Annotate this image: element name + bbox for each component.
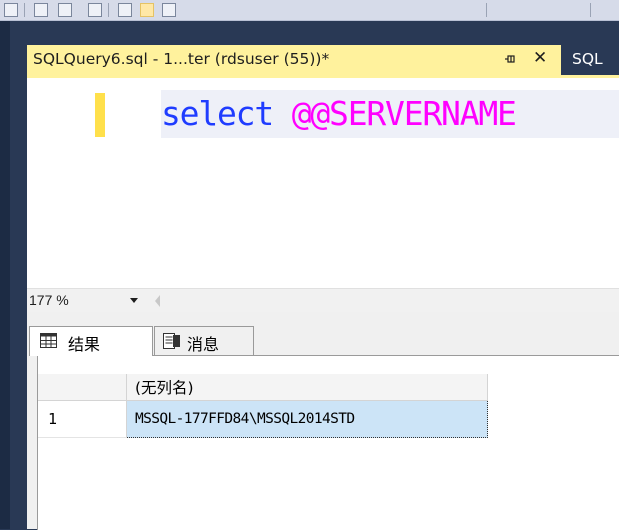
toolbar-button[interactable] xyxy=(118,3,132,17)
close-icon[interactable]: ✕ xyxy=(533,50,547,67)
toolbar-button[interactable] xyxy=(58,3,72,17)
sql-keyword: select xyxy=(161,94,274,133)
tab-results-label: 结果 xyxy=(68,335,101,354)
toolbar-separator xyxy=(24,3,25,17)
tab-title: SQL xyxy=(572,50,603,68)
toolbar-button[interactable] xyxy=(162,3,176,17)
column-header[interactable]: (无列名) xyxy=(126,374,488,401)
code-line[interactable]: select @@SERVERNAME xyxy=(161,90,619,138)
pin-icon[interactable] xyxy=(504,52,516,66)
toolbar xyxy=(0,0,619,21)
toolbar-button[interactable] xyxy=(88,3,102,17)
results-table: (无列名) 1 MSSQL-177FFD84\MSSQL2014STD xyxy=(38,374,488,438)
tab-sqlquery6[interactable]: SQLQuery6.sql - 1...ter (rdsuser (55))* … xyxy=(27,45,561,75)
scroll-left-icon[interactable] xyxy=(155,295,160,307)
tab-messages-label: 消息 xyxy=(187,335,220,354)
row-header-corner[interactable] xyxy=(38,374,127,401)
query-editor[interactable]: select @@SERVERNAME xyxy=(27,78,619,288)
toolbar-separator xyxy=(108,3,109,17)
messages-icon xyxy=(163,333,180,349)
table-row[interactable]: 1 MSSQL-177FFD84\MSSQL2014STD xyxy=(38,400,488,438)
tab-results[interactable]: 结果 xyxy=(29,326,153,356)
tab-next-query[interactable]: SQL xyxy=(566,45,619,75)
zoom-bar: 177 % xyxy=(27,288,619,313)
tab-messages[interactable]: 消息 xyxy=(154,326,254,355)
toolbar-separator xyxy=(486,3,487,17)
sql-function: @@SERVERNAME xyxy=(291,94,517,133)
toolbar-button-active[interactable] xyxy=(140,3,154,17)
results-grid[interactable]: (无列名) 1 MSSQL-177FFD84\MSSQL2014STD xyxy=(37,355,619,530)
left-panel-edge xyxy=(0,21,10,529)
result-cell[interactable]: MSSQL-177FFD84\MSSQL2014STD xyxy=(126,400,488,438)
toolbar-button[interactable] xyxy=(4,3,18,17)
results-grid-icon xyxy=(40,333,57,348)
tab-title: SQLQuery6.sql - 1...ter (rdsuser (55))* xyxy=(33,50,330,68)
change-tracking-bar xyxy=(95,93,105,137)
row-number[interactable]: 1 xyxy=(38,400,127,438)
chevron-down-icon xyxy=(130,298,138,303)
zoom-level[interactable]: 177 % xyxy=(29,292,69,308)
toolbar-button[interactable] xyxy=(34,3,48,17)
header-row: (无列名) xyxy=(38,374,488,401)
toolbar-separator xyxy=(590,3,591,17)
